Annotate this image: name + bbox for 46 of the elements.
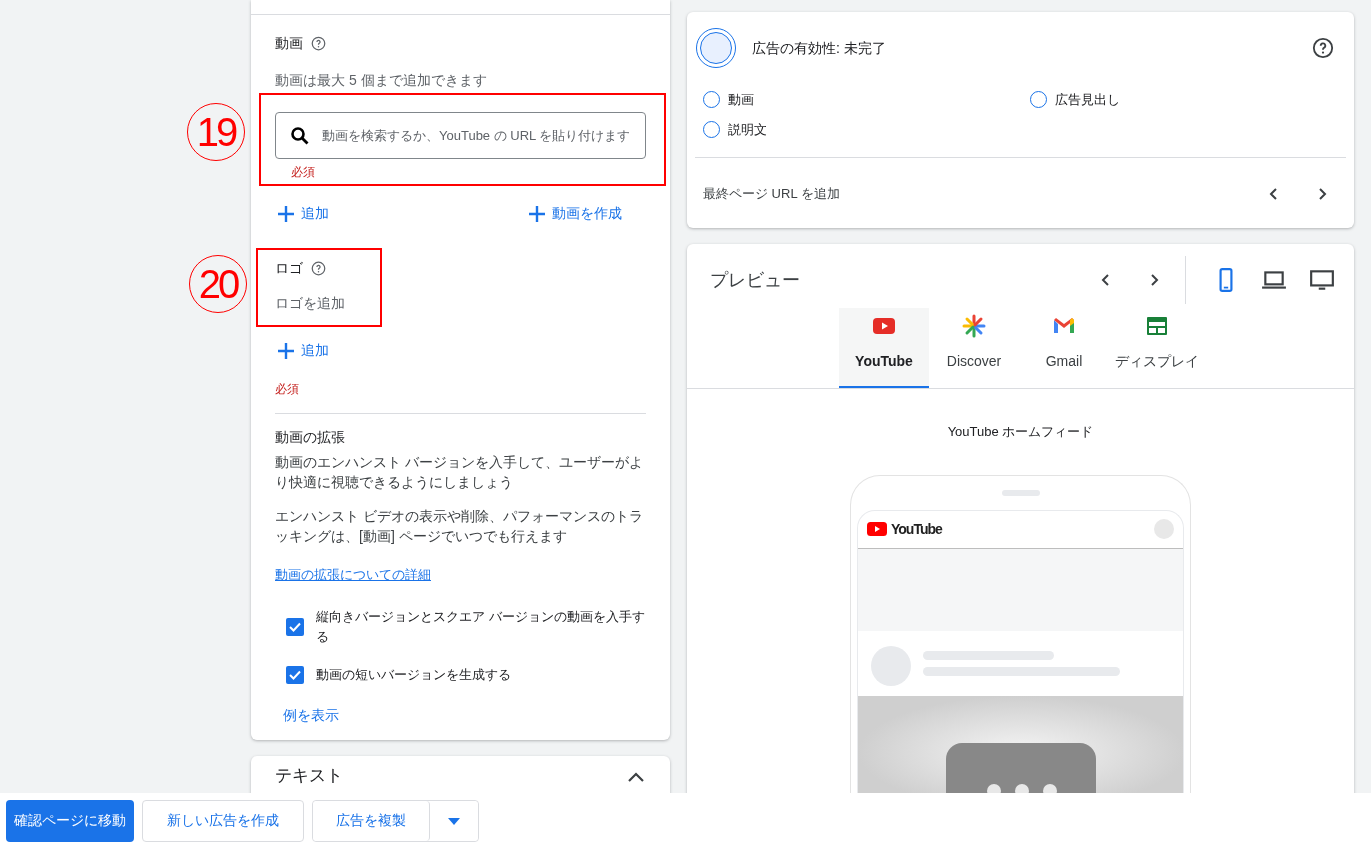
checkbox[interactable] xyxy=(286,665,304,684)
description-text: 動画のエンハンスト バージョンを入手して、ユーザーがより快適に視聴できるようにしましょう xyxy=(275,452,644,492)
example-link[interactable]: 例を表示 xyxy=(283,706,339,723)
play-icon xyxy=(867,522,887,536)
placement-label: YouTube ホームフィード xyxy=(946,423,1095,441)
search-icon xyxy=(290,125,310,146)
primary-button[interactable]: 確認ページに移動 xyxy=(6,799,134,842)
strength-title: 広告の有効性: 未完了 xyxy=(752,38,887,58)
checklist-item: 説明文 xyxy=(728,120,767,139)
layout-icon xyxy=(1145,314,1169,338)
checkbox-label: 動画の短いバージョンを生成する xyxy=(316,665,511,684)
error-text: 必須 xyxy=(291,164,316,181)
description-text: エンハンスト ビデオの表示や削除、パフォーマンスのトラッキングは、[動画] ページでいつでも行えます xyxy=(275,506,644,546)
asterisk-icon xyxy=(962,314,986,338)
card-title: テキスト xyxy=(275,764,343,787)
checklist-item: 動画 xyxy=(728,91,754,109)
checklist-item: 広告見出し xyxy=(1055,91,1120,109)
help-icon[interactable] xyxy=(311,36,326,51)
search-field[interactable]: 動画を検索するか、YouTube の URL を貼り付けます xyxy=(275,112,646,159)
plus-icon xyxy=(277,341,295,360)
details-link[interactable]: 動画の拡張についての詳細 xyxy=(275,566,431,582)
help-icon[interactable] xyxy=(311,261,326,276)
duplicate-button[interactable]: 広告を複製 xyxy=(313,800,430,841)
url-hint: 最終ページ URL を追加 xyxy=(703,185,841,204)
section-title: ロゴ xyxy=(275,259,303,278)
tab[interactable]: ディスプレイ xyxy=(1109,308,1205,388)
secondary-button[interactable]: 新しい広告を作成 xyxy=(142,799,304,842)
section-title: 動画の拡張 xyxy=(275,427,346,447)
plus-icon xyxy=(528,204,546,223)
hint-text: 動画は最大 5 個まで追加できます xyxy=(275,71,488,90)
checkbox-label: 縦向きバージョンとスクエア バージョンの動画を入手する xyxy=(316,607,646,646)
add-link[interactable]: 追加 xyxy=(277,203,329,224)
search-input[interactable]: 動画を検索するか、YouTube の URL を貼り付けます xyxy=(320,124,631,147)
tab[interactable]: Gmail xyxy=(1019,308,1109,388)
error-text: 必須 xyxy=(275,380,300,398)
logo-text: YouTube xyxy=(891,519,942,539)
checkbox[interactable] xyxy=(286,617,304,636)
hint-text: ロゴを追加 xyxy=(275,294,346,313)
add-link[interactable]: 動画を作成 xyxy=(528,203,622,224)
tab[interactable]: YouTube xyxy=(839,308,929,388)
add-link[interactable]: 追加 xyxy=(277,340,329,361)
section-title: 動画 xyxy=(275,34,303,53)
plus-icon xyxy=(277,204,295,223)
tab[interactable]: Discover xyxy=(929,308,1019,388)
card-title: プレビュー xyxy=(710,268,801,292)
help-icon[interactable] xyxy=(1312,37,1334,59)
